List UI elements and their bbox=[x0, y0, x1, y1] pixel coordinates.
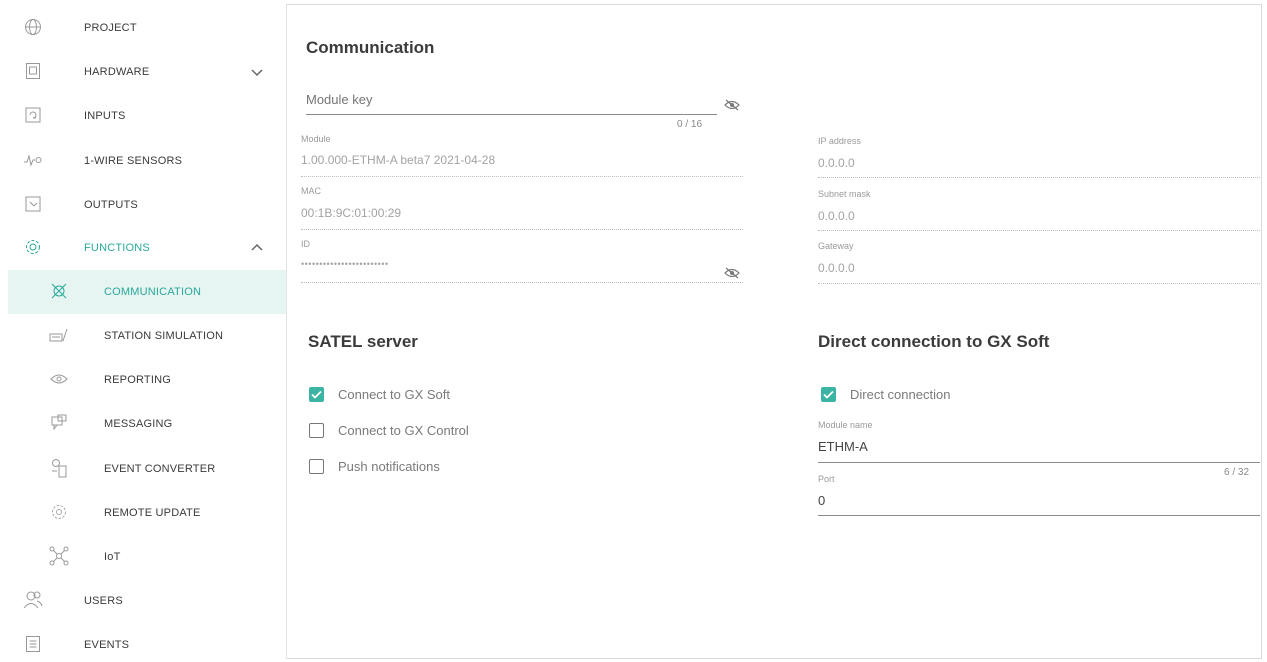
checkbox-unchecked-icon bbox=[309, 459, 324, 474]
sidebar-item-label: HARDWARE bbox=[84, 66, 150, 78]
sidebar-item-reporting[interactable]: REPORTING bbox=[8, 358, 286, 402]
sidebar-item-label: IoT bbox=[104, 551, 121, 563]
checkbox-label: Connect to GX Control bbox=[338, 423, 469, 438]
port-underline bbox=[818, 515, 1260, 516]
push-notifications-checkbox[interactable]: Push notifications bbox=[309, 459, 440, 474]
sidebar-item-label: STATION SIMULATION bbox=[104, 330, 224, 342]
module-name-label: Module name bbox=[818, 420, 873, 430]
checkbox-checked-icon bbox=[821, 387, 836, 402]
gateway-value: 0.0.0.0 bbox=[818, 261, 855, 275]
sidebar-item-label: MESSAGING bbox=[104, 418, 173, 430]
module-key-input[interactable] bbox=[306, 90, 706, 108]
sidebar-item-outputs[interactable]: OUTPUTS bbox=[8, 183, 286, 227]
sidebar-item-label: REPORTING bbox=[104, 374, 171, 386]
sidebar-item-label: 1-WIRE SENSORS bbox=[84, 155, 183, 167]
sensor-icon bbox=[22, 149, 44, 171]
module-key-counter: 0 / 16 bbox=[677, 119, 703, 130]
sidebar-item-project[interactable]: PROJECT bbox=[8, 6, 286, 50]
subnet-mask-underline bbox=[818, 230, 1260, 231]
gateway-label: Gateway bbox=[818, 241, 854, 251]
module-name-input[interactable]: ETHM-A bbox=[818, 439, 868, 454]
events-icon bbox=[22, 633, 44, 655]
checkbox-unchecked-icon bbox=[309, 423, 324, 438]
sidebar-item-label: COMMUNICATION bbox=[104, 286, 202, 298]
station-icon bbox=[48, 324, 70, 346]
sidebar-item-iot[interactable]: IoT bbox=[8, 535, 286, 579]
eye-icon[interactable] bbox=[724, 266, 740, 279]
mac-underline bbox=[301, 229, 743, 230]
sidebar-item-events[interactable]: EVENTS bbox=[8, 623, 286, 662]
mac-label: MAC bbox=[301, 186, 321, 196]
sidebar-item-station-simulation[interactable]: STATION SIMULATION bbox=[8, 314, 286, 358]
port-label: Port bbox=[818, 474, 835, 484]
outputs-icon bbox=[22, 193, 44, 215]
direct-connection-title: Direct connection to GX Soft bbox=[818, 332, 1050, 351]
chevron-up-icon[interactable] bbox=[249, 240, 265, 256]
gear-icon bbox=[22, 236, 44, 258]
gateway-underline bbox=[818, 283, 1260, 284]
sidebar-item-messaging[interactable]: MESSAGING bbox=[8, 402, 286, 446]
checkbox-label: Push notifications bbox=[338, 459, 440, 474]
module-name-counter: 6 / 32 bbox=[1224, 467, 1250, 478]
subnet-mask-value: 0.0.0.0 bbox=[818, 209, 855, 223]
module-key-underline bbox=[306, 114, 717, 115]
communication-icon bbox=[48, 280, 70, 302]
inputs-icon bbox=[22, 104, 44, 126]
module-label: Module bbox=[301, 134, 331, 144]
sidebar-item-label: USERS bbox=[84, 595, 123, 607]
checkbox-checked-icon bbox=[309, 387, 324, 402]
module-name-underline bbox=[818, 462, 1260, 463]
sidebar-item-communication[interactable]: COMMUNICATION bbox=[8, 270, 286, 314]
sidebar-item-label: FUNCTIONS bbox=[84, 242, 150, 254]
chevron-down-icon[interactable] bbox=[249, 64, 265, 80]
id-underline bbox=[301, 282, 743, 283]
id-value: •••••••••••••••••••••••• bbox=[301, 259, 389, 269]
sidebar-item-functions[interactable]: FUNCTIONS bbox=[8, 226, 286, 270]
sidebar-item-1-wire-sensors[interactable]: 1-WIRE SENSORS bbox=[8, 139, 286, 183]
satel-server-title: SATEL server bbox=[308, 332, 418, 351]
connect-gx-soft-checkbox[interactable]: Connect to GX Soft bbox=[309, 387, 450, 402]
sidebar-item-label: EVENT CONVERTER bbox=[104, 463, 216, 475]
update-icon bbox=[48, 501, 70, 523]
chat-icon bbox=[48, 412, 70, 434]
sidebar-item-label: INPUTS bbox=[84, 110, 126, 122]
ip-address-value: 0.0.0.0 bbox=[818, 156, 855, 170]
sidebar-item-event-converter[interactable]: EVENT CONVERTER bbox=[8, 447, 286, 491]
mac-value: 00:1B:9C:01:00:29 bbox=[301, 206, 402, 220]
globe-icon bbox=[22, 16, 44, 38]
checkbox-label: Direct connection bbox=[850, 387, 951, 402]
sidebar-item-label: REMOTE UPDATE bbox=[104, 507, 201, 519]
id-label: ID bbox=[301, 239, 310, 249]
converter-icon bbox=[48, 457, 70, 479]
subnet-mask-label: Subnet mask bbox=[818, 189, 871, 199]
main-content: Communication 0 / 16 Module 1.00.000-ETH… bbox=[288, 4, 1262, 659]
ip-address-label: IP address bbox=[818, 136, 861, 146]
module-value: 1.00.000-ETHM-A beta7 2021-04-28 bbox=[301, 153, 496, 167]
connect-gx-control-checkbox[interactable]: Connect to GX Control bbox=[309, 423, 469, 438]
direct-connection-checkbox[interactable]: Direct connection bbox=[821, 387, 950, 402]
sidebar: PROJECT HARDWARE INPUTS 1-WIRE SENSORS O… bbox=[8, 4, 287, 659]
module-underline bbox=[301, 176, 743, 177]
eye-icon bbox=[48, 368, 70, 390]
hardware-icon bbox=[22, 60, 44, 82]
sidebar-item-remote-update[interactable]: REMOTE UPDATE bbox=[8, 491, 286, 535]
ip-address-underline bbox=[818, 177, 1260, 178]
checkbox-label: Connect to GX Soft bbox=[338, 387, 451, 402]
sidebar-item-inputs[interactable]: INPUTS bbox=[8, 94, 286, 138]
sidebar-item-label: PROJECT bbox=[84, 22, 137, 34]
iot-icon bbox=[48, 545, 70, 567]
eye-icon[interactable] bbox=[724, 98, 740, 111]
communication-title: Communication bbox=[306, 38, 435, 57]
sidebar-item-label: EVENTS bbox=[84, 639, 130, 651]
sidebar-item-hardware[interactable]: HARDWARE bbox=[8, 50, 286, 94]
sidebar-item-users[interactable]: USERS bbox=[8, 579, 286, 623]
port-input[interactable]: 0 bbox=[818, 493, 825, 508]
sidebar-item-label: OUTPUTS bbox=[84, 199, 138, 211]
users-icon bbox=[22, 589, 44, 611]
